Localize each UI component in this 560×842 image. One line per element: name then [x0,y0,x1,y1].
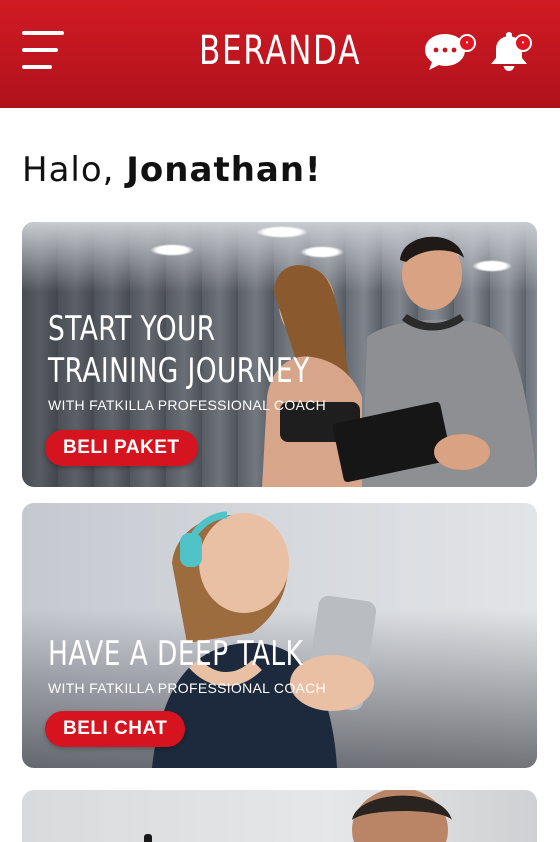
training-promo-card[interactable]: START YOUR TRAINING JOURNEY WITH FATKILL… [22,222,537,487]
buy-chat-button[interactable]: BELI CHAT [45,711,186,747]
chat-promo-card[interactable]: HAVE A DEEP TALK WITH FATKILLA PROFESSIO… [22,503,537,768]
promo-card-partial[interactable] [22,790,537,842]
card-subtitle: WITH FATKILLA PROFESSIONAL COACH [48,680,326,696]
chat-unread-badge: • [458,34,476,52]
top-app-bar: BERANDA • • [0,0,560,108]
chat-button[interactable]: • [422,28,476,76]
notification-button[interactable]: • [486,28,540,76]
buy-package-button[interactable]: BELI PAKET [45,430,198,466]
partial-photo [144,790,452,842]
hamburger-menu-icon[interactable] [22,31,64,71]
greeting-prefix: Halo, [22,150,115,190]
card-title: HAVE A DEEP TALK [48,634,304,674]
greeting-user-name: Jonathan! [126,150,322,190]
greeting: Halo, Jonathan! [22,150,322,190]
card-subtitle: WITH FATKILLA PROFESSIONAL COACH [48,397,326,413]
notification-unread-badge: • [514,34,532,52]
card-title-line2: TRAINING JOURNEY [48,351,310,391]
card-title-line1: START YOUR [48,309,216,349]
